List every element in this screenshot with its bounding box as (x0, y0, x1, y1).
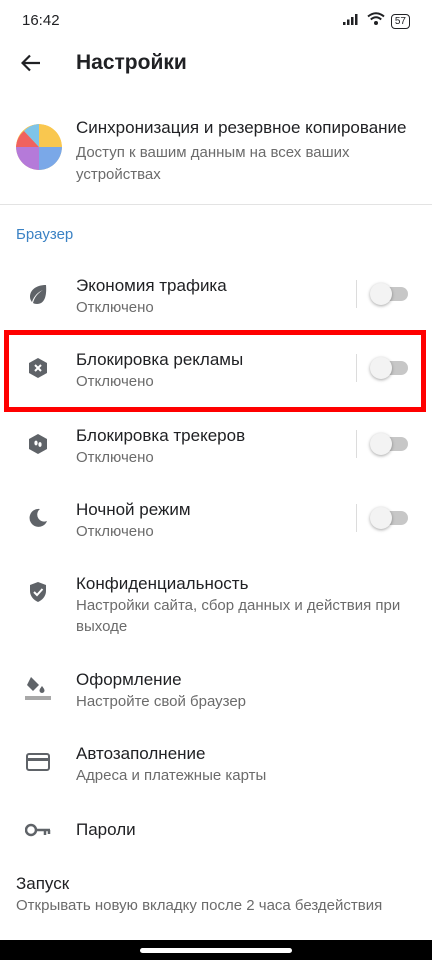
navigation-bar (0, 940, 432, 960)
privacy-row[interactable]: Конфиденциальность Настройки сайта, сбор… (0, 566, 432, 644)
privacy-shield-icon (24, 578, 52, 606)
startup-title[interactable]: Запуск (16, 874, 69, 894)
row-subtitle: Настройте свой браузер (76, 693, 247, 710)
battery-icon: 57 (390, 13, 410, 29)
row-separator (356, 504, 357, 532)
row-separator (356, 280, 357, 308)
toggle-knob (370, 433, 392, 455)
credit-card-icon (24, 748, 52, 776)
row-title: Пароли (76, 820, 136, 839)
app-bar: Настройки (0, 40, 432, 100)
traffic-saving-toggle[interactable] (370, 283, 408, 305)
status-time: 16:42 (22, 12, 60, 29)
row-title: Конфиденциальность (76, 574, 249, 593)
row-title: Блокировка трекеров (76, 426, 246, 445)
row-title: Ночной режим (76, 500, 191, 519)
night-mode-row[interactable]: Ночной режим Отключено (0, 492, 432, 558)
traffic-saving-row[interactable]: Экономия трафика Отключено (0, 268, 432, 334)
signal-icon (342, 12, 361, 30)
tracker-block-row[interactable]: Блокировка трекеров Отключено (0, 418, 432, 484)
tracker-block-toggle[interactable] (370, 433, 408, 455)
sync-title: Синхронизация и резервное копирование (76, 118, 407, 137)
night-mode-toggle[interactable] (370, 507, 408, 529)
status-bar: 16:42 57 (0, 0, 432, 40)
status-icons: 57 (342, 12, 410, 30)
autofill-row[interactable]: Автозаполнение Адреса и платежные карты (0, 736, 432, 802)
tracker-shield-icon (24, 430, 52, 458)
row-subtitle: Адреса и платежные карты (76, 767, 267, 784)
section-header-browser: Браузер (16, 226, 74, 243)
key-icon (24, 816, 52, 844)
row-subtitle: Настройки сайта, сбор данных и действия … (76, 597, 401, 635)
sync-avatar-icon (16, 124, 62, 170)
row-title: Автозаполнение (76, 744, 206, 763)
wifi-icon (367, 12, 385, 30)
passwords-row[interactable]: Пароли (0, 812, 432, 856)
appearance-row[interactable]: Оформление Настройте свой браузер (0, 662, 432, 728)
divider (0, 204, 432, 205)
row-title: Оформление (76, 670, 182, 689)
home-handle[interactable] (140, 948, 292, 953)
back-arrow-icon[interactable] (14, 46, 48, 80)
sync-subtitle: Доступ к вашим данным на всех ваших устр… (76, 144, 350, 183)
toggle-knob (370, 283, 392, 305)
highlight-box (4, 330, 426, 412)
startup-subtitle: Открывать новую вкладку после 2 часа без… (16, 897, 383, 914)
moon-icon (24, 504, 52, 532)
leaf-icon (24, 280, 52, 308)
toggle-knob (370, 507, 392, 529)
page-title: Настройки (76, 51, 187, 74)
sync-backup-row[interactable]: Синхронизация и резервное копирование До… (0, 112, 432, 200)
paint-bucket-icon (24, 674, 52, 702)
row-separator (356, 430, 357, 458)
row-title: Экономия трафика (76, 276, 227, 295)
